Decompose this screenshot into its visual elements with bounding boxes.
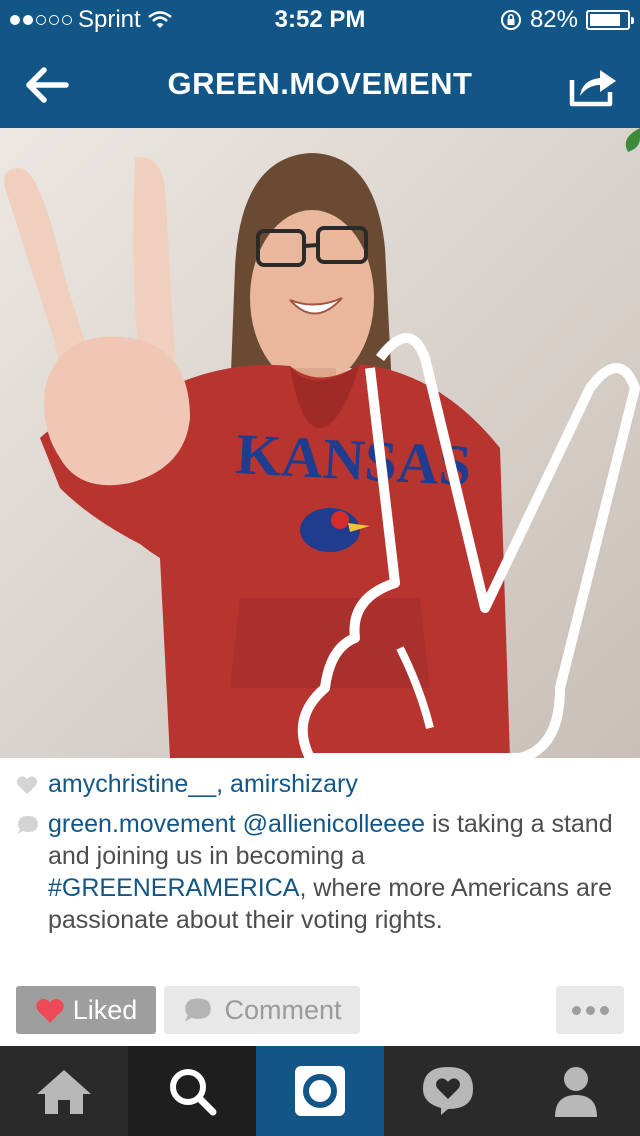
home-icon xyxy=(37,1070,91,1114)
caption-hashtag[interactable]: #GREENERAMERICA xyxy=(48,874,299,902)
battery-percent: 82% xyxy=(529,6,578,33)
more-dot xyxy=(599,1005,609,1015)
search-icon xyxy=(170,1069,217,1116)
post-photo[interactable]: KANSAS xyxy=(0,128,640,758)
more-dot xyxy=(585,1005,595,1015)
liked-label: Liked xyxy=(72,994,138,1025)
navigation-bar: GREEN.MOVEMENT xyxy=(0,40,640,128)
page-title: GREEN.MOVEMENT xyxy=(167,66,473,101)
heart-icon xyxy=(36,998,64,1023)
post-caption: green.movement @allienicolleeee is takin… xyxy=(16,808,620,936)
battery-info: 82% xyxy=(500,6,634,34)
comment-bubble-icon xyxy=(18,816,38,834)
comment-icon xyxy=(185,998,212,1022)
likes-row: amychristine__, amirshizary xyxy=(16,770,626,799)
heart-outline-icon xyxy=(16,775,38,794)
activity-icon xyxy=(423,1067,473,1115)
share-icon[interactable] xyxy=(566,60,620,110)
comment-button[interactable]: Comment xyxy=(164,986,360,1034)
comment-label: Comment xyxy=(224,994,342,1025)
status-bar: Sprint 3:52 PM 82% xyxy=(0,0,640,40)
kansas-text: KANSAS xyxy=(234,421,472,498)
tab-camera[interactable] xyxy=(256,1046,384,1136)
tab-activity[interactable] xyxy=(384,1046,512,1136)
tab-home[interactable] xyxy=(0,1046,128,1136)
tab-bar xyxy=(0,1046,640,1136)
camera-icon xyxy=(295,1066,345,1116)
more-dot xyxy=(571,1005,581,1015)
orientation-lock-icon xyxy=(500,10,521,30)
photo-illustration: KANSAS xyxy=(0,128,640,758)
caption-username[interactable]: green.movement xyxy=(48,810,236,838)
tab-profile[interactable] xyxy=(512,1046,640,1136)
profile-icon xyxy=(555,1067,597,1117)
likes-separator: , xyxy=(216,770,231,798)
liker-username[interactable]: amirshizary xyxy=(230,770,358,798)
more-options-button[interactable] xyxy=(556,986,624,1034)
tab-explore[interactable] xyxy=(128,1046,256,1136)
battery-icon xyxy=(586,10,634,30)
caption-mention[interactable]: @allienicolleeee xyxy=(243,810,425,838)
liker-username[interactable]: amychristine__ xyxy=(48,770,216,798)
liked-button[interactable]: Liked xyxy=(16,986,156,1034)
post-actions: Liked Comment xyxy=(16,986,624,1034)
